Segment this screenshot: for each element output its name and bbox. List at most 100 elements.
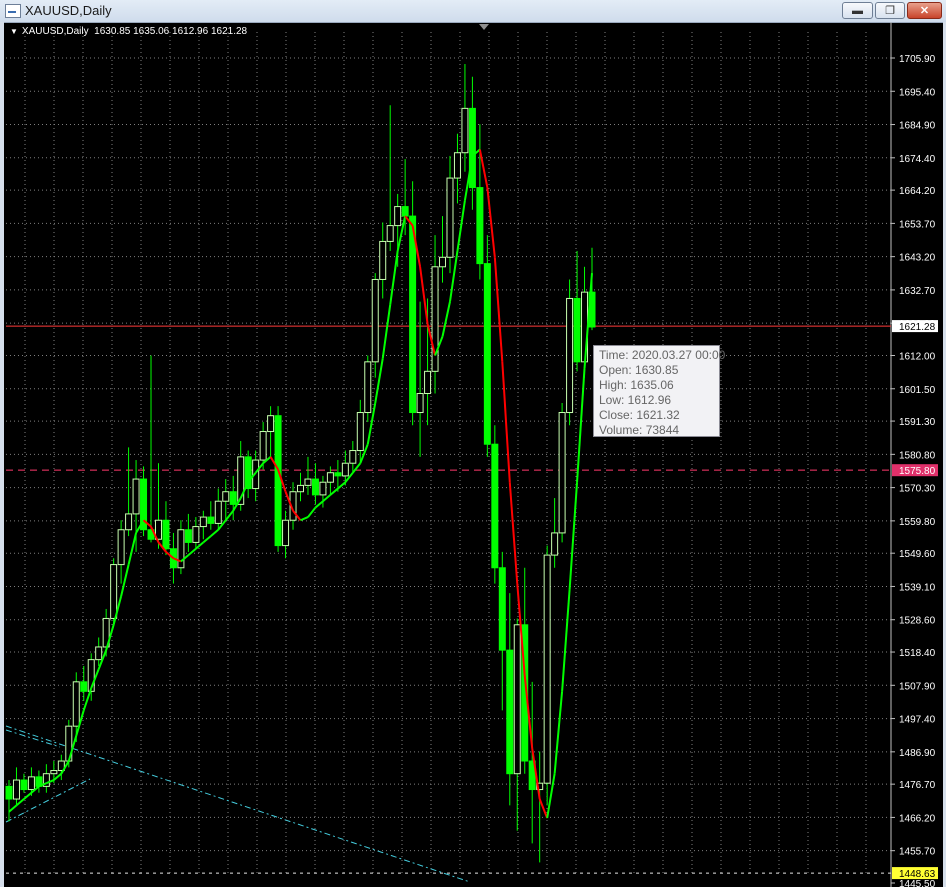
candle-bull (326, 472, 334, 483)
ma-segment (202, 535, 212, 544)
tooltip-high: High: 1635.06 (599, 378, 674, 392)
ma-segment (553, 691, 564, 774)
ma-segment (419, 266, 429, 324)
close-button[interactable]: ✕ (907, 2, 942, 19)
price-axis-label: 1705.90 (899, 54, 936, 65)
candle-bull (72, 681, 80, 727)
ma-segment (501, 361, 511, 483)
candle-bear (573, 297, 581, 363)
price-axis-label: 1466.20 (899, 813, 936, 824)
trendline-1 (5, 725, 471, 883)
candle-bull (453, 152, 461, 179)
price-axis-label: 1528.60 (899, 616, 936, 627)
candle-bull (424, 370, 432, 395)
candle-bull (416, 393, 424, 414)
chart-symbol: XAUUSD,Daily (21, 26, 89, 37)
candle-bull (259, 431, 267, 461)
candle-bear (20, 779, 28, 791)
tooltip-volume: Volume: 73844 (599, 423, 680, 437)
price-axis-label: 1664.20 (899, 186, 936, 197)
ma-segment (441, 301, 451, 337)
candle-bull (297, 484, 304, 493)
price-chart[interactable]: 1705.90 1695.40 1684.90 1674.40 1664.20 1653.… (0, 22, 946, 887)
tooltip-close: Close: 1621.32 (599, 408, 680, 422)
candle-bull (110, 564, 118, 619)
minimize-button[interactable]: ▬ (842, 2, 873, 19)
chart-header: ▼ XAUUSD,Daily 1630.85 1635.06 1612.96 16… (10, 26, 247, 37)
current-price-badge: 1621.28 (899, 322, 936, 333)
candle-bear (334, 472, 342, 477)
candle-bull (304, 478, 312, 486)
ma-segment (538, 798, 549, 819)
price-axis-label: 1559.80 (899, 517, 936, 528)
candle-bull (50, 770, 58, 775)
candle-bear (207, 516, 215, 524)
ma-segment (337, 481, 346, 490)
ma-segment (15, 798, 25, 807)
candle-bear (498, 567, 506, 651)
price-axis-label: 1653.70 (899, 219, 936, 230)
candle-bull (214, 500, 222, 524)
candle-bear (311, 478, 319, 496)
ma-segment (23, 791, 33, 800)
candle-bull (558, 412, 566, 534)
ma-segment (374, 358, 384, 404)
tooltip-time: Time: 2020.03.27 00:00 (599, 348, 726, 362)
ma-segment (307, 506, 317, 518)
candle-bear (506, 649, 514, 775)
ma-segment (493, 257, 504, 362)
price-axis-label: 1476.70 (899, 780, 936, 791)
candle-bear (468, 107, 476, 189)
ma-segment (576, 368, 586, 483)
tooltip-open: Open: 1630.85 (599, 363, 679, 377)
chart-shift-marker-icon (479, 24, 489, 30)
candle-bear (80, 681, 88, 692)
price-axis-label: 1632.70 (899, 286, 936, 297)
price-axis-label: 1612.00 (899, 351, 936, 362)
price-axis-label: 1601.50 (899, 385, 936, 396)
price-axis-label: 1674.40 (899, 154, 936, 165)
candle-bull (282, 519, 290, 547)
candle-bull (199, 516, 207, 528)
level-price-badge: 1575.80 (899, 466, 936, 477)
price-axis-label: 1591.30 (899, 417, 936, 428)
chart-window-icon (5, 4, 21, 18)
candle-bull (551, 532, 559, 556)
price-axis-label: 1643.20 (899, 253, 936, 264)
candlestick-series (5, 64, 596, 863)
ma-segment (210, 528, 219, 537)
price-axis-label: 1570.30 (899, 484, 936, 495)
restore-button[interactable]: ❐ (875, 2, 905, 19)
candle-tooltip: Time: 2020.03.27 00:00 Open: 1630.85 Hig… (593, 345, 726, 437)
candle-bull (12, 779, 20, 800)
window-titlebar: XAUUSD,Daily ▬ ❐ ✕ (0, 0, 946, 23)
price-axis-label: 1518.40 (899, 648, 936, 659)
trendlines (5, 725, 471, 883)
candle-bull (341, 462, 349, 477)
price-axis-label: 1539.10 (899, 582, 936, 593)
ma-segment (322, 494, 332, 502)
candle-bull (349, 450, 357, 464)
ma-segment (314, 500, 324, 509)
candle-bull (125, 513, 133, 531)
candle-bull (95, 646, 103, 661)
price-axis-label: 1580.80 (899, 450, 936, 461)
ma-segment (120, 564, 130, 597)
candle-bull (394, 206, 402, 227)
candle-bull (222, 491, 230, 502)
candle-bear (409, 215, 417, 414)
candle-bear (274, 415, 282, 547)
price-axis: 1705.90 1695.40 1684.90 1674.40 1664.20 1653.… (891, 54, 938, 887)
candle-bull (364, 361, 372, 414)
ma-segment (352, 462, 362, 474)
horizontal-lines (6, 325, 891, 874)
collapse-triangle-icon[interactable]: ▼ (10, 27, 18, 36)
ma-segment (478, 149, 489, 188)
tooltip-low: Low: 1612.96 (599, 393, 672, 407)
candle-bear (229, 491, 237, 505)
candle-bull (379, 240, 387, 280)
candle-bear (5, 785, 13, 800)
ma-segment (53, 772, 62, 781)
price-axis-label: 1684.90 (899, 121, 936, 132)
candle-bear (401, 206, 409, 217)
